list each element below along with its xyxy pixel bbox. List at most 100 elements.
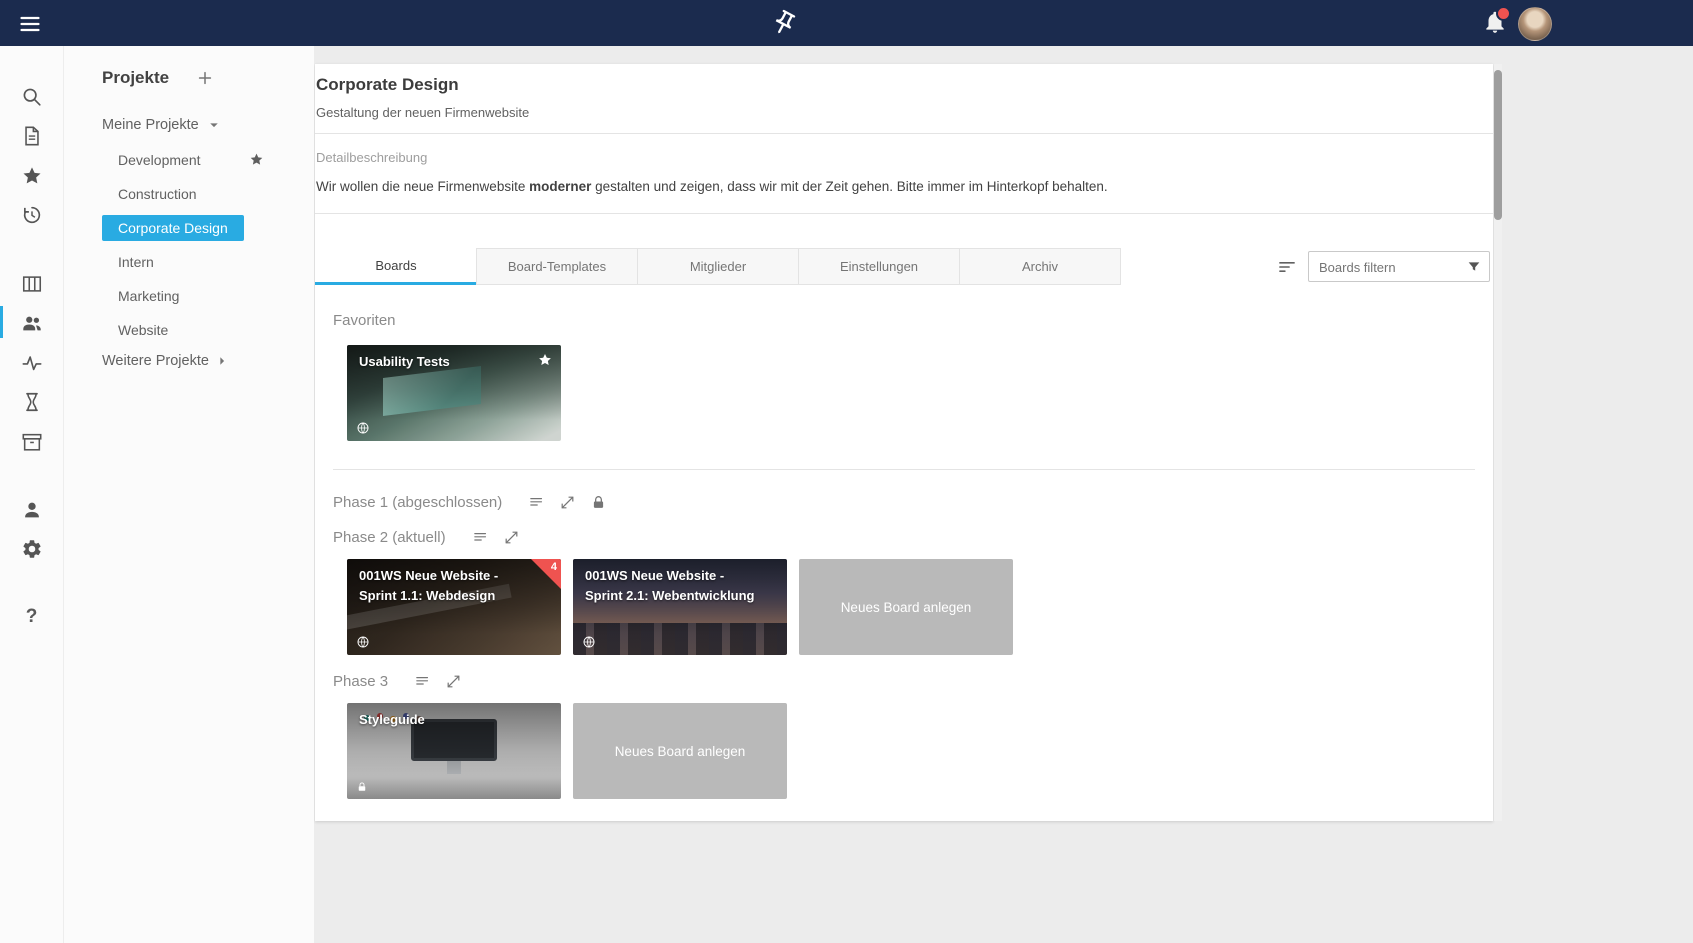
page-subtitle: Gestaltung der neuen Firmenwebsite (316, 105, 1493, 120)
rail-help-button[interactable]: ? (0, 602, 63, 632)
rail-favorites-button[interactable] (0, 161, 63, 191)
globe-icon (582, 635, 596, 649)
rail-time-button[interactable] (0, 387, 63, 417)
chevron-right-icon (213, 352, 231, 370)
favorite-star-icon[interactable] (537, 352, 553, 368)
project-label-active[interactable]: Corporate Design (102, 215, 244, 241)
board-card-usability-tests[interactable]: Usability Tests (347, 345, 561, 441)
document-icon (21, 125, 43, 147)
sidebar-item-website[interactable]: Website (64, 313, 314, 347)
group-list-icon[interactable] (414, 673, 431, 690)
globe-icon (356, 635, 370, 649)
group-header-phase-2: Phase 2 (aktuell) (333, 529, 1493, 546)
sidebar-item-development[interactable]: Development (64, 143, 314, 177)
expand-icon[interactable] (559, 494, 576, 511)
lock-icon (356, 781, 368, 793)
sort-options-icon[interactable] (1277, 257, 1297, 277)
help-question-icon: ? (26, 606, 38, 628)
sidebar-item-marketing[interactable]: Marketing (64, 279, 314, 313)
top-bar (0, 0, 1693, 46)
group-title: Phase 1 (abgeschlossen) (333, 494, 502, 511)
hourglass-icon (21, 391, 43, 413)
notification-badge (1496, 6, 1511, 21)
expand-icon[interactable] (503, 529, 520, 546)
board-card-styleguide[interactable]: Styleguide (347, 703, 561, 799)
chevron-down-icon (205, 116, 223, 134)
gear-icon (21, 538, 43, 560)
sidebar-group-meine-projekte[interactable]: Meine Projekte (102, 116, 223, 134)
icon-rail: ? (0, 46, 64, 943)
phase-3-board-row: Styleguide Neues Board anlegen (347, 703, 1493, 799)
sidebar-item-corporate-design[interactable]: Corporate Design (64, 211, 314, 245)
group-list-icon[interactable] (472, 529, 489, 546)
divider (315, 213, 1493, 214)
add-board-button[interactable]: Neues Board anlegen (799, 559, 1013, 655)
divider (333, 469, 1475, 470)
project-label[interactable]: Marketing (102, 283, 195, 309)
scrollbar-thumb[interactable] (1494, 70, 1502, 220)
user-avatar[interactable] (1518, 7, 1552, 41)
phase-2-board-row: 001WS Neue Website - Sprint 1.1: Webdesi… (347, 559, 1493, 655)
rail-documents-button[interactable] (0, 121, 63, 151)
sidebar-item-intern[interactable]: Intern (64, 245, 314, 279)
board-filter-input[interactable] (1317, 252, 1461, 283)
notification-corner-badge: 4 (531, 559, 561, 589)
favorite-star-icon[interactable] (249, 152, 264, 167)
menu-hamburger-icon[interactable] (18, 12, 42, 36)
project-label[interactable]: Website (102, 317, 184, 343)
rail-profile-button[interactable] (0, 495, 63, 525)
tab-board-templates[interactable]: Board-Templates (476, 248, 638, 285)
globe-icon (356, 421, 370, 435)
project-label[interactable]: Intern (102, 249, 170, 275)
rail-members-button[interactable] (0, 308, 63, 338)
history-icon (21, 204, 43, 226)
project-detail-card: Corporate Design Gestaltung der neuen Fi… (315, 64, 1493, 821)
sidebar-title: Projekte (102, 68, 169, 88)
group-title: Phase 3 (333, 673, 388, 690)
board-card-sprint-2-1[interactable]: 001WS Neue Website - Sprint 2.1: Webentw… (573, 559, 787, 655)
group-header-phase-3: Phase 3 (333, 673, 1493, 690)
project-label[interactable]: Development (102, 147, 217, 173)
tabs-bar: Boards Board-Templates Mitglieder Einste… (315, 248, 1493, 286)
add-board-label: Neues Board anlegen (615, 744, 746, 759)
archive-box-icon (21, 431, 43, 453)
app-window: ? Projekte Meine Projekte Development (0, 0, 1693, 943)
group-header-phase-1: Phase 1 (abgeschlossen) (333, 494, 1493, 511)
board-title: 001WS Neue Website - Sprint 2.1: Webentw… (573, 559, 787, 605)
filter-funnel-icon[interactable] (1466, 259, 1482, 275)
board-filter-field (1308, 251, 1490, 282)
detail-description-text: Wir wollen die neue Firmenwebsite modern… (316, 178, 1493, 196)
rail-search-button[interactable] (0, 82, 63, 112)
rail-boards-button[interactable] (0, 269, 63, 299)
project-sidebar: Projekte Meine Projekte Development Cons… (64, 46, 314, 943)
board-card-sprint-1-1[interactable]: 001WS Neue Website - Sprint 1.1: Webdesi… (347, 559, 561, 655)
expand-icon[interactable] (445, 673, 462, 690)
rail-activity-button[interactable] (0, 348, 63, 378)
tab-einstellungen[interactable]: Einstellungen (798, 248, 960, 285)
project-label[interactable]: Construction (102, 181, 213, 207)
tab-mitglieder[interactable]: Mitglieder (637, 248, 799, 285)
search-icon (21, 86, 43, 108)
rail-settings-button[interactable] (0, 534, 63, 564)
board-title: Usability Tests (347, 345, 561, 372)
add-board-button[interactable]: Neues Board anlegen (573, 703, 787, 799)
rail-archive-button[interactable] (0, 427, 63, 457)
group-title: Phase 2 (aktuell) (333, 529, 446, 546)
add-project-icon[interactable] (195, 68, 215, 88)
app-pin-logo-icon (770, 8, 798, 38)
lock-icon (590, 494, 607, 511)
tab-archiv[interactable]: Archiv (959, 248, 1121, 285)
detail-description-label: Detailbeschreibung (316, 150, 1493, 165)
board-title: 001WS Neue Website - Sprint 1.1: Webdesi… (347, 559, 561, 605)
users-icon (21, 312, 43, 334)
tab-boards[interactable]: Boards (315, 248, 477, 285)
star-icon (21, 165, 43, 187)
activity-pulse-icon (21, 352, 43, 374)
vertical-scrollbar[interactable] (1494, 64, 1502, 821)
sidebar-item-construction[interactable]: Construction (64, 177, 314, 211)
detail-text-bold: moderner (529, 179, 591, 194)
rail-history-button[interactable] (0, 200, 63, 230)
group-list-icon[interactable] (528, 494, 545, 511)
sidebar-group-weitere-projekte[interactable]: Weitere Projekte (102, 352, 231, 370)
sidebar-header: Projekte (102, 68, 215, 88)
